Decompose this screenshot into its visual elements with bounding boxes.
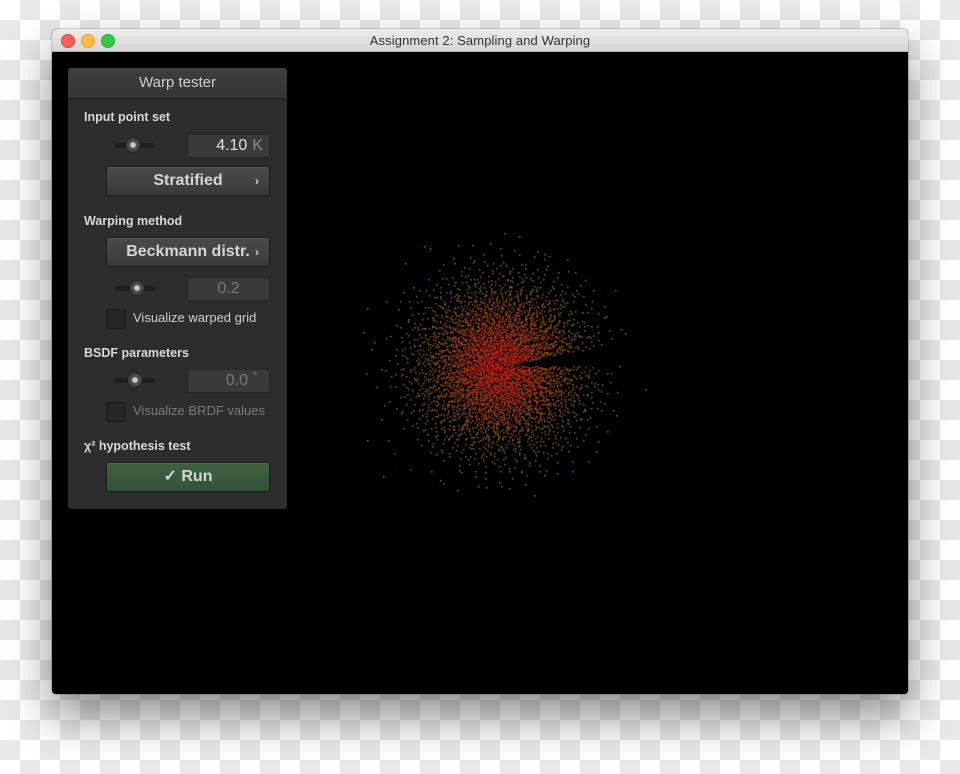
point-count-value: 4.10 [216, 137, 248, 154]
checkmark-icon: ✓ [163, 468, 177, 485]
warping-method-select-button[interactable]: Beckmann distr. › [106, 237, 270, 267]
visualize-brdf-checkbox[interactable] [106, 402, 126, 422]
slider-knob[interactable] [126, 138, 140, 152]
title-bar[interactable]: Assignment 2: Sampling and Warping [52, 29, 908, 52]
bsdf-angle-field[interactable]: 0.0 ° [187, 369, 270, 393]
warp-tester-panel: Warp tester Input point set 4.10 K Strati… [68, 68, 287, 509]
sampler-label: Stratified [153, 172, 223, 189]
point-count-slider[interactable] [115, 138, 155, 152]
run-label: Run [181, 468, 213, 485]
warp-parameter-slider[interactable] [115, 281, 155, 295]
warping-method-label: Warping method [84, 214, 183, 228]
chevron-right-icon: › [255, 245, 259, 259]
warping-method-value: Beckmann distr. [126, 243, 250, 260]
input-point-set-label: Input point set [84, 110, 171, 124]
warp-parameter-value: 0.2 [217, 280, 240, 297]
point-count-unit: K [252, 137, 263, 154]
panel-title[interactable]: Warp tester [68, 68, 287, 99]
window-title: Assignment 2: Sampling and Warping [369, 33, 591, 48]
hypothesis-test-label: χ² hypothesis test [84, 439, 191, 453]
render-viewport[interactable]: Warp tester Input point set 4.10 K Strati… [52, 52, 908, 694]
chevron-right-icon: › [255, 174, 259, 188]
sampler-select-button[interactable]: Stratified › [106, 166, 270, 196]
run-test-button[interactable]: ✓ Run [106, 462, 270, 492]
slider-knob[interactable] [128, 373, 142, 387]
bsdf-angle-slider[interactable] [115, 373, 155, 387]
degree-unit: ° [253, 371, 257, 382]
visualize-warped-grid-label[interactable]: Visualize warped grid [133, 310, 256, 325]
bsdf-angle-value: 0.0 [225, 372, 248, 389]
warp-parameter-field[interactable]: 0.2 [187, 277, 270, 301]
app-window: Assignment 2: Sampling and Warping Warp … [52, 29, 908, 694]
visualize-warped-grid-checkbox[interactable] [106, 309, 126, 329]
bsdf-parameters-label: BSDF parameters [84, 346, 189, 360]
slider-knob[interactable] [130, 281, 144, 295]
point-count-field[interactable]: 4.10 K [187, 134, 270, 158]
visualize-brdf-label[interactable]: Visualize BRDF values [133, 403, 265, 418]
